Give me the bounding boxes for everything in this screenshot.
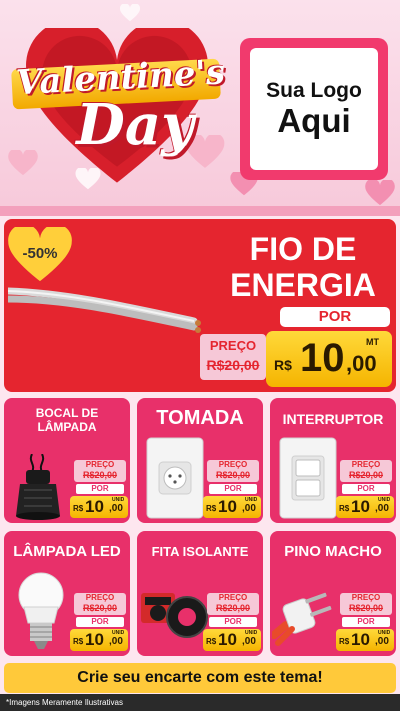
old-price: R$20,00 bbox=[215, 470, 251, 480]
por-label: POR bbox=[209, 484, 257, 494]
divider bbox=[0, 206, 400, 216]
unit-label: UNID bbox=[112, 497, 125, 503]
product-card-pino-macho: PINO MACHO PREÇO R$20,00 POR R$ 10 ,00 U… bbox=[270, 531, 396, 656]
old-price: R$20,00 bbox=[348, 470, 384, 480]
card-title: INTERRUPTOR bbox=[282, 411, 384, 427]
original-price-box: PREÇO R$20,00 bbox=[74, 460, 126, 482]
preco-label: PREÇO bbox=[351, 460, 381, 469]
por-label: POR bbox=[342, 617, 390, 627]
unit-label: UNID bbox=[378, 630, 391, 636]
original-price-box: PREÇO R$20,00 bbox=[207, 460, 259, 482]
cable-image bbox=[8, 287, 201, 333]
price-tag: R$ 10 ,00 UNID bbox=[336, 496, 394, 518]
por-label: POR bbox=[76, 617, 124, 627]
card-title-line2: LÂMPADA bbox=[37, 420, 97, 434]
price-tag: R$ 10 ,00 MT bbox=[266, 331, 392, 387]
card-title: FITA ISOLANTE bbox=[151, 544, 249, 559]
unit-label: UNID bbox=[378, 497, 391, 503]
product-card-interruptor: INTERRUPTOR PREÇO R$20,00 POR R$ 10 ,00 … bbox=[270, 398, 396, 523]
cta-banner[interactable]: Crie seu encarte com este tema! bbox=[4, 663, 396, 693]
unit-label: MT bbox=[366, 337, 379, 347]
tape-image bbox=[141, 593, 208, 638]
product-card-fita-isolante: FITA ISOLANTE PREÇO R$20,00 POR R$ 10 ,0… bbox=[137, 531, 263, 656]
day-title: Day bbox=[76, 92, 194, 158]
original-price-box: PREÇO R$20,00 bbox=[340, 593, 392, 615]
card-title: LÂMPADA LED bbox=[13, 543, 121, 560]
unit-label: UNID bbox=[245, 497, 258, 503]
main-offer-title-line1: FIO DE bbox=[249, 231, 357, 267]
original-price-box: PREÇO R$20,00 bbox=[340, 460, 392, 482]
por-label: POR bbox=[209, 617, 257, 627]
price-int: 10 bbox=[300, 336, 345, 380]
card-title: PINO MACHO bbox=[284, 543, 382, 560]
price-cents: ,00 bbox=[242, 503, 256, 514]
led-bulb-image bbox=[18, 572, 64, 649]
header-banner: Valentine's Day Sua Logo Aqui bbox=[0, 0, 400, 212]
main-offer-card: -50% FIO DE ENERGIA POR PREÇO R$20,00 R$… bbox=[4, 219, 396, 392]
outlet-image bbox=[146, 437, 204, 519]
preco-label: PREÇO bbox=[85, 593, 115, 602]
old-price: R$20,00 bbox=[206, 357, 260, 373]
currency: R$ bbox=[339, 637, 350, 646]
price-int: 10 bbox=[351, 497, 370, 516]
old-price: R$20,00 bbox=[348, 603, 384, 613]
heart-icon bbox=[120, 4, 140, 22]
preco-label: PREÇO bbox=[85, 460, 115, 469]
discount-badge: -50% bbox=[22, 245, 58, 262]
card-title: TOMADA bbox=[156, 407, 244, 429]
price-int: 10 bbox=[218, 497, 237, 516]
product-card-lampada-led: LÂMPADA LED PREÇO R$20,00 POR R$ 10 ,00 … bbox=[4, 531, 130, 656]
old-price: R$20,00 bbox=[215, 603, 251, 613]
original-price-box: PREÇO R$20,00 bbox=[74, 593, 126, 615]
currency: R$ bbox=[73, 504, 84, 513]
unit-label: UNID bbox=[112, 630, 125, 636]
product-card-tomada: TOMADA PREÇO R$20,00 POR R$ 10 ,00 UNID bbox=[137, 398, 263, 523]
preco-label: PREÇO bbox=[209, 338, 257, 353]
footer-disclaimer: *Imagens Meramente Ilustrativas bbox=[0, 694, 400, 711]
por-label: POR bbox=[342, 484, 390, 494]
heart-icon bbox=[365, 180, 395, 206]
currency: R$ bbox=[206, 637, 217, 646]
price-cents: ,00 bbox=[109, 503, 123, 514]
socket-image bbox=[16, 454, 60, 520]
price-tag: R$ 10 ,00 UNID bbox=[336, 629, 394, 651]
card-title-line1: BOCAL DE bbox=[35, 406, 99, 420]
currency: R$ bbox=[73, 637, 84, 646]
currency: R$ bbox=[339, 504, 350, 513]
price-int: 10 bbox=[85, 497, 104, 516]
preco-label: PREÇO bbox=[218, 460, 248, 469]
price-int: 10 bbox=[85, 630, 104, 649]
preco-label: PREÇO bbox=[351, 593, 381, 602]
price-tag: R$ 10 ,00 UNID bbox=[70, 629, 128, 651]
unit-label: UNID bbox=[245, 630, 258, 636]
logo-placeholder: Sua Logo Aqui bbox=[240, 38, 388, 180]
price-cents: ,00 bbox=[242, 636, 256, 647]
logo-text-line1: Sua Logo bbox=[266, 79, 362, 102]
por-label: POR bbox=[76, 484, 124, 494]
switch-image bbox=[279, 437, 337, 519]
price-cents: ,00 bbox=[346, 351, 377, 376]
price-int: 10 bbox=[351, 630, 370, 649]
price-int: 10 bbox=[218, 630, 237, 649]
product-card-bocal: BOCAL DE LÂMPADA PREÇO R$20,00 POR R$ 10… bbox=[4, 398, 130, 523]
original-price-box: PREÇO R$20,00 bbox=[207, 593, 259, 615]
price-cents: ,00 bbox=[375, 503, 389, 514]
price-cents: ,00 bbox=[375, 636, 389, 647]
old-price: R$20,00 bbox=[82, 603, 118, 613]
plug-image bbox=[272, 592, 332, 646]
por-label: POR bbox=[280, 307, 390, 327]
price-tag: R$ 10 ,00 UNID bbox=[203, 496, 261, 518]
price-tag: R$ 10 ,00 UNID bbox=[203, 629, 261, 651]
currency: R$ bbox=[274, 357, 292, 373]
logo-text-line2: Aqui bbox=[277, 102, 351, 139]
price-tag: R$ 10 ,00 UNID bbox=[70, 496, 128, 518]
main-offer-title-line2: ENERGIA bbox=[230, 267, 376, 303]
original-price-box: PREÇO R$20,00 bbox=[200, 334, 266, 380]
currency: R$ bbox=[206, 504, 217, 513]
old-price: R$20,00 bbox=[82, 470, 118, 480]
preco-label: PREÇO bbox=[218, 593, 248, 602]
price-cents: ,00 bbox=[109, 636, 123, 647]
